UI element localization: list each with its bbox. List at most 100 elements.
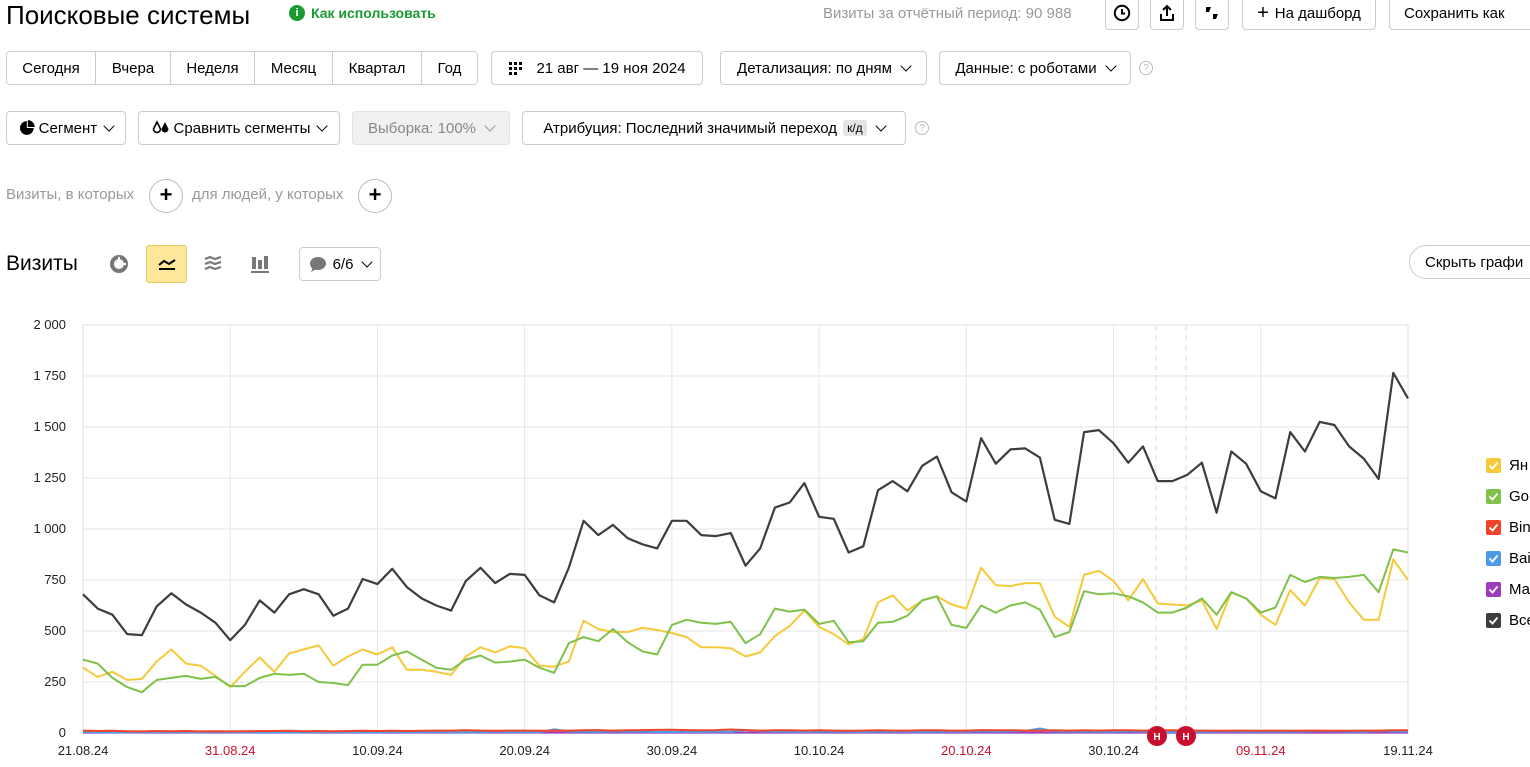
chevron-down-icon [103, 119, 115, 132]
legend-item-total[interactable]: Все [1486, 612, 1530, 629]
y-tick-label: 500 [44, 623, 66, 638]
x-tick-label: 19.11.24 [1383, 743, 1433, 758]
event-marker [1147, 726, 1167, 746]
checkbox-checked-icon[interactable] [1486, 489, 1501, 504]
sample-dropdown[interactable]: Выборка: 100% [352, 111, 510, 145]
data-mode-dropdown[interactable]: Данные: с роботами [939, 51, 1131, 85]
period-week[interactable]: Неделя [171, 52, 255, 84]
plot-frame [82, 324, 1409, 734]
period-year[interactable]: Год [422, 52, 477, 84]
y-tick-label: 1 750 [33, 368, 66, 383]
chevron-down-icon [316, 119, 329, 132]
legend-item-yandex[interactable]: Ян [1486, 457, 1528, 474]
y-tick-label: 250 [44, 674, 66, 689]
x-tick-label: 30.09.24 [646, 743, 698, 758]
help-icon[interactable]: ? [1139, 61, 1153, 75]
plus-icon: + [1257, 2, 1269, 24]
chevron-down-icon [361, 255, 374, 268]
y-tick-label: 1 250 [33, 470, 66, 485]
checkbox-checked-icon[interactable] [1486, 520, 1501, 535]
annotations-dropdown[interactable]: 6/6 [299, 247, 381, 281]
detail-dropdown[interactable]: Детализация: по дням [720, 51, 927, 85]
legend-label: Все [1509, 612, 1530, 629]
hide-chart-button[interactable]: Скрыть графи [1409, 245, 1530, 279]
quote-icon [1206, 7, 1218, 19]
drops-icon [152, 120, 169, 134]
legend-item-baidu[interactable]: Bai [1486, 550, 1530, 567]
period-yesterday[interactable]: Вчера [96, 52, 171, 84]
y-tick-label: 1 500 [33, 419, 66, 434]
legend-item-google[interactable]: Go [1486, 488, 1529, 505]
legend-label: Ма [1509, 581, 1530, 598]
event-marker-label: Н [1153, 732, 1160, 743]
attribution-badge: к/д [843, 120, 867, 136]
calendar-icon [509, 62, 523, 75]
x-tick-label: 21.08.24 [57, 743, 109, 758]
period-quarter[interactable]: Квартал [333, 52, 422, 84]
x-tick-label: 31.08.24 [204, 743, 256, 758]
series-line-total [82, 371, 1409, 642]
shortcut-button[interactable] [1195, 0, 1229, 30]
comment-icon [309, 257, 326, 272]
legend-item-mail[interactable]: Ма [1486, 581, 1530, 598]
attribution-dropdown[interactable]: Атрибуция: Последний значимый переход к/… [522, 111, 906, 145]
legend-label: Bin [1509, 519, 1530, 536]
chevron-down-icon [484, 119, 496, 132]
period-selector: Сегодня Вчера Неделя Месяц Квартал Год [6, 51, 478, 85]
add-to-dashboard-button[interactable]: + На дашборд [1242, 0, 1376, 30]
visits-filter-label: Визиты, в которых [6, 186, 135, 203]
export-button[interactable] [1150, 0, 1184, 30]
period-month[interactable]: Месяц [255, 52, 333, 84]
pie-chart-icon [110, 255, 128, 273]
legend-label: Bai [1509, 550, 1530, 567]
pie-chart-toggle[interactable] [102, 247, 136, 281]
date-range-picker[interactable]: 21 авг — 19 ноя 2024 [491, 51, 703, 85]
y-tick-label: 750 [44, 572, 66, 587]
event-marker-label: Н [1182, 732, 1189, 743]
chevron-down-icon [874, 119, 887, 132]
legend-item-bing[interactable]: Bin [1486, 519, 1530, 536]
page-title: Поисковые системы [6, 0, 251, 30]
add-visit-filter-button[interactable]: + [149, 179, 183, 213]
stacked-bar-toggle[interactable] [243, 247, 277, 281]
chart-title: Визиты [6, 252, 78, 275]
share-icon [1160, 4, 1174, 21]
series-line-bing [82, 728, 1408, 733]
checkbox-checked-icon[interactable] [1486, 551, 1501, 566]
people-filter-label: для людей, у которых [192, 186, 344, 203]
visits-total: Визиты за отчётный период: 90 988 [823, 5, 1072, 22]
compare-segments-button[interactable]: Сравнить сегменты [138, 111, 340, 145]
line-chart-toggle[interactable] [146, 245, 187, 283]
checkbox-checked-icon[interactable] [1486, 613, 1501, 628]
plus-icon: + [159, 182, 173, 207]
event-marker [1176, 726, 1196, 746]
checkbox-checked-icon[interactable] [1486, 582, 1501, 597]
area-chart-toggle[interactable] [196, 247, 230, 281]
series-line-yandex [82, 558, 1409, 689]
add-people-filter-button[interactable]: + [358, 179, 392, 213]
period-today[interactable]: Сегодня [7, 52, 96, 84]
x-tick-label: 09.11.24 [1235, 743, 1286, 758]
pie-icon [19, 120, 35, 135]
x-tick-label: 30.10.24 [1088, 743, 1139, 758]
help-icon[interactable]: ? [915, 121, 929, 135]
line-chart-icon [157, 259, 176, 270]
y-tick-label: 1 000 [33, 521, 66, 536]
history-button[interactable] [1105, 0, 1139, 30]
legend-label: Go [1509, 488, 1530, 505]
chevron-down-icon [900, 59, 912, 72]
save-as-button[interactable]: Сохранить как [1389, 0, 1530, 30]
x-tick-label: 10.10.24 [793, 743, 845, 758]
area-chart-icon [204, 255, 222, 271]
info-icon: i [289, 5, 305, 21]
stacked-bar-icon [251, 256, 269, 273]
help-link[interactable]: i Как использовать [289, 5, 436, 21]
series-line-baidu [82, 727, 1409, 734]
checkbox-checked-icon[interactable] [1486, 458, 1501, 473]
x-tick-label: 20.09.24 [499, 743, 550, 758]
series-line-google [82, 548, 1409, 694]
segment-button[interactable]: Сегмент [6, 111, 126, 145]
legend-label: Ян [1509, 457, 1529, 474]
y-tick-label: 0 [58, 725, 66, 740]
x-tick-label: 20.10.24 [941, 743, 992, 758]
